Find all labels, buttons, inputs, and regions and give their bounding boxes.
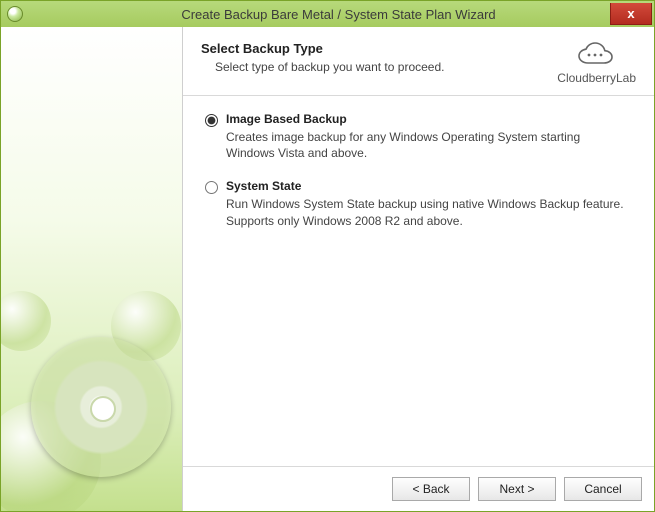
- wizard-window: Create Backup Bare Metal / System State …: [0, 0, 655, 512]
- close-button[interactable]: x: [610, 3, 652, 25]
- app-icon: [7, 6, 23, 22]
- option-image-title: Image Based Backup: [226, 112, 632, 126]
- option-image-based[interactable]: Image Based Backup Creates image backup …: [205, 112, 632, 161]
- close-icon: x: [627, 6, 634, 21]
- back-button[interactable]: < Back: [392, 477, 470, 501]
- option-ss-title: System State: [226, 179, 632, 193]
- brand-name: CloudberryLab: [557, 71, 636, 85]
- radio-image-based[interactable]: [205, 114, 218, 127]
- window-title: Create Backup Bare Metal / System State …: [29, 7, 648, 22]
- sidebar-art: [1, 27, 183, 511]
- step-header: Select Backup Type Select type of backup…: [183, 27, 654, 96]
- option-image-desc: Creates image backup for any Windows Ope…: [226, 129, 632, 161]
- disc-icon: [31, 337, 171, 477]
- option-system-state[interactable]: System State Run Windows System State ba…: [205, 179, 632, 228]
- main-panel: Select Backup Type Select type of backup…: [183, 27, 654, 511]
- wizard-body: Select Backup Type Select type of backup…: [1, 27, 654, 511]
- radio-system-state[interactable]: [205, 181, 218, 194]
- cancel-button[interactable]: Cancel: [564, 477, 642, 501]
- brand-block: CloudberryLab: [557, 41, 636, 85]
- step-heading: Select Backup Type: [201, 41, 444, 56]
- options-area: Image Based Backup Creates image backup …: [183, 96, 654, 466]
- next-button[interactable]: Next >: [478, 477, 556, 501]
- titlebar: Create Backup Bare Metal / System State …: [1, 1, 654, 27]
- step-sub: Select type of backup you want to procee…: [215, 60, 444, 74]
- button-bar: < Back Next > Cancel: [183, 466, 654, 511]
- cloud-icon: [574, 41, 620, 69]
- option-ss-desc: Run Windows System State backup using na…: [226, 196, 632, 228]
